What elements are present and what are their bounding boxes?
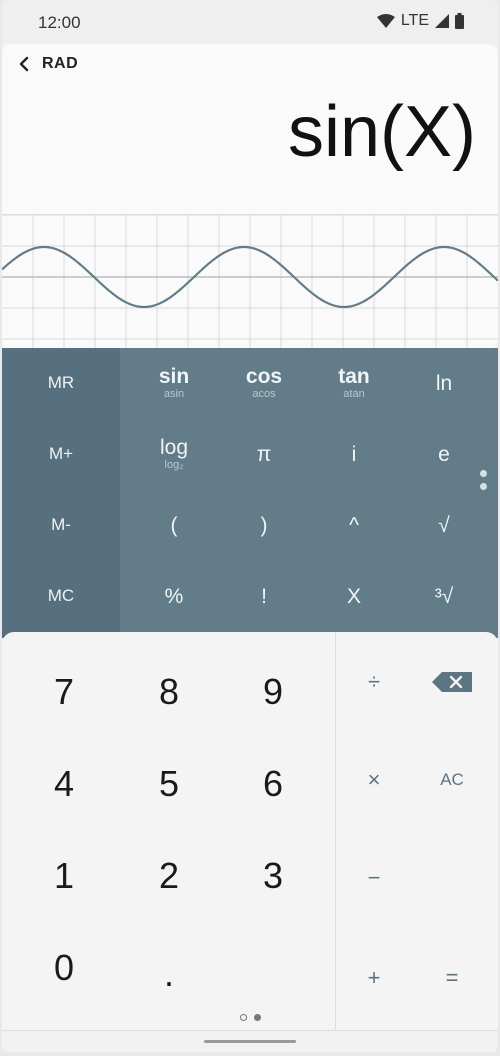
status-icons: LTE	[376, 12, 464, 30]
factorial-label: !	[261, 584, 267, 608]
pager-dot	[480, 470, 487, 477]
multiply-button[interactable]: ×	[334, 734, 414, 826]
battery-icon	[455, 13, 464, 29]
digit-5-button[interactable]: 5	[117, 738, 221, 830]
equals-button[interactable]: =	[412, 932, 492, 1024]
memory-add-button[interactable]: M+	[2, 419, 120, 489]
pi-button[interactable]: π	[219, 419, 309, 489]
right-paren-label: )	[260, 513, 268, 537]
left-paren-label: (	[170, 513, 178, 537]
memory-subtract-button[interactable]: M-	[2, 490, 120, 560]
atan-label: atan	[343, 388, 365, 400]
left-paren-button[interactable]: (	[129, 490, 219, 560]
wifi-icon	[376, 14, 395, 28]
expression-display: sin(X)	[287, 92, 476, 172]
digit-0-button[interactable]: 0	[12, 922, 116, 1014]
ln-button[interactable]: ln	[399, 348, 489, 418]
scientific-panel: MR M+ M- MC sin asin cos acos tan atan l…	[2, 348, 498, 638]
digit-8-button[interactable]: 8	[117, 646, 221, 738]
euler-button[interactable]: e	[399, 419, 489, 489]
decimal-point-button[interactable]: .	[117, 928, 221, 1020]
imaginary-label: i	[351, 442, 357, 466]
plus-button[interactable]: +	[334, 932, 414, 1024]
angle-mode-toggle[interactable]: RAD	[42, 55, 78, 73]
memory-recall-button[interactable]: MR	[2, 348, 120, 418]
status-bar: 12:00 LTE	[2, 0, 498, 44]
digit-3-button[interactable]: 3	[221, 830, 325, 922]
digit-7-button[interactable]: 7	[12, 646, 116, 738]
page-dot-active	[254, 1014, 261, 1021]
digit-1-button[interactable]: 1	[12, 830, 116, 922]
ln-label: ln	[435, 371, 453, 395]
all-clear-button[interactable]: AC	[412, 734, 492, 826]
percent-label: %	[164, 584, 184, 608]
cos-button[interactable]: cos acos	[219, 348, 309, 418]
cube-root-button[interactable]: ³√	[399, 561, 489, 631]
sqrt-label: √	[438, 513, 450, 537]
display-panel: RAD sin(X)	[2, 44, 498, 214]
status-time: 12:00	[38, 13, 81, 32]
log-label: log	[159, 436, 189, 459]
log-button[interactable]: log log₂	[129, 419, 219, 489]
variable-x-label: X	[346, 584, 361, 608]
graph-canvas	[2, 215, 498, 349]
back-chevron-icon[interactable]	[14, 54, 34, 74]
digit-2-button[interactable]: 2	[117, 830, 221, 922]
calculator-app: 12:00 LTE RAD sin(X) MR M+ M- MC sin asi…	[2, 0, 498, 1052]
pi-label: π	[256, 442, 272, 466]
digit-4-button[interactable]: 4	[12, 738, 116, 830]
power-button[interactable]: ^	[309, 490, 399, 560]
sqrt-button[interactable]: √	[399, 490, 489, 560]
euler-label: e	[438, 442, 450, 466]
memory-column: MR M+ M- MC	[2, 348, 120, 638]
panel-pager-handle[interactable]	[480, 470, 488, 496]
log2-label: log₂	[164, 459, 184, 471]
sin-button[interactable]: sin asin	[129, 348, 219, 418]
keypad-page-indicator	[240, 1014, 261, 1021]
digit-6-button[interactable]: 6	[221, 738, 325, 830]
imaginary-button[interactable]: i	[309, 419, 399, 489]
minus-button[interactable]: −	[334, 832, 414, 924]
numeric-keypad: 7 8 9 4 5 6 1 2 3 0 . ÷ × AC − + =	[2, 632, 498, 1030]
cube-root-label: ³√	[434, 584, 454, 608]
sin-label: sin	[158, 365, 190, 388]
pager-dot	[480, 483, 487, 490]
tan-button[interactable]: tan atan	[309, 348, 399, 418]
cos-label: cos	[245, 365, 283, 388]
system-nav-bar	[2, 1030, 498, 1052]
page-dot-inactive	[240, 1014, 247, 1021]
variable-x-button[interactable]: X	[309, 561, 399, 631]
divide-button[interactable]: ÷	[334, 636, 414, 728]
acos-label: acos	[252, 388, 276, 400]
backspace-icon	[432, 672, 472, 692]
memory-clear-button[interactable]: MC	[2, 561, 120, 631]
tan-label: tan	[338, 365, 370, 388]
factorial-button[interactable]: !	[219, 561, 309, 631]
power-label: ^	[349, 513, 359, 537]
function-graph[interactable]	[2, 214, 498, 349]
network-type-label: LTE	[400, 12, 429, 29]
signal-icon	[435, 14, 449, 28]
asin-label: asin	[163, 388, 185, 400]
backspace-button[interactable]	[412, 636, 492, 728]
right-paren-button[interactable]: )	[219, 490, 309, 560]
percent-button[interactable]: %	[129, 561, 219, 631]
home-gesture-handle[interactable]	[204, 1040, 296, 1043]
digit-9-button[interactable]: 9	[221, 646, 325, 738]
